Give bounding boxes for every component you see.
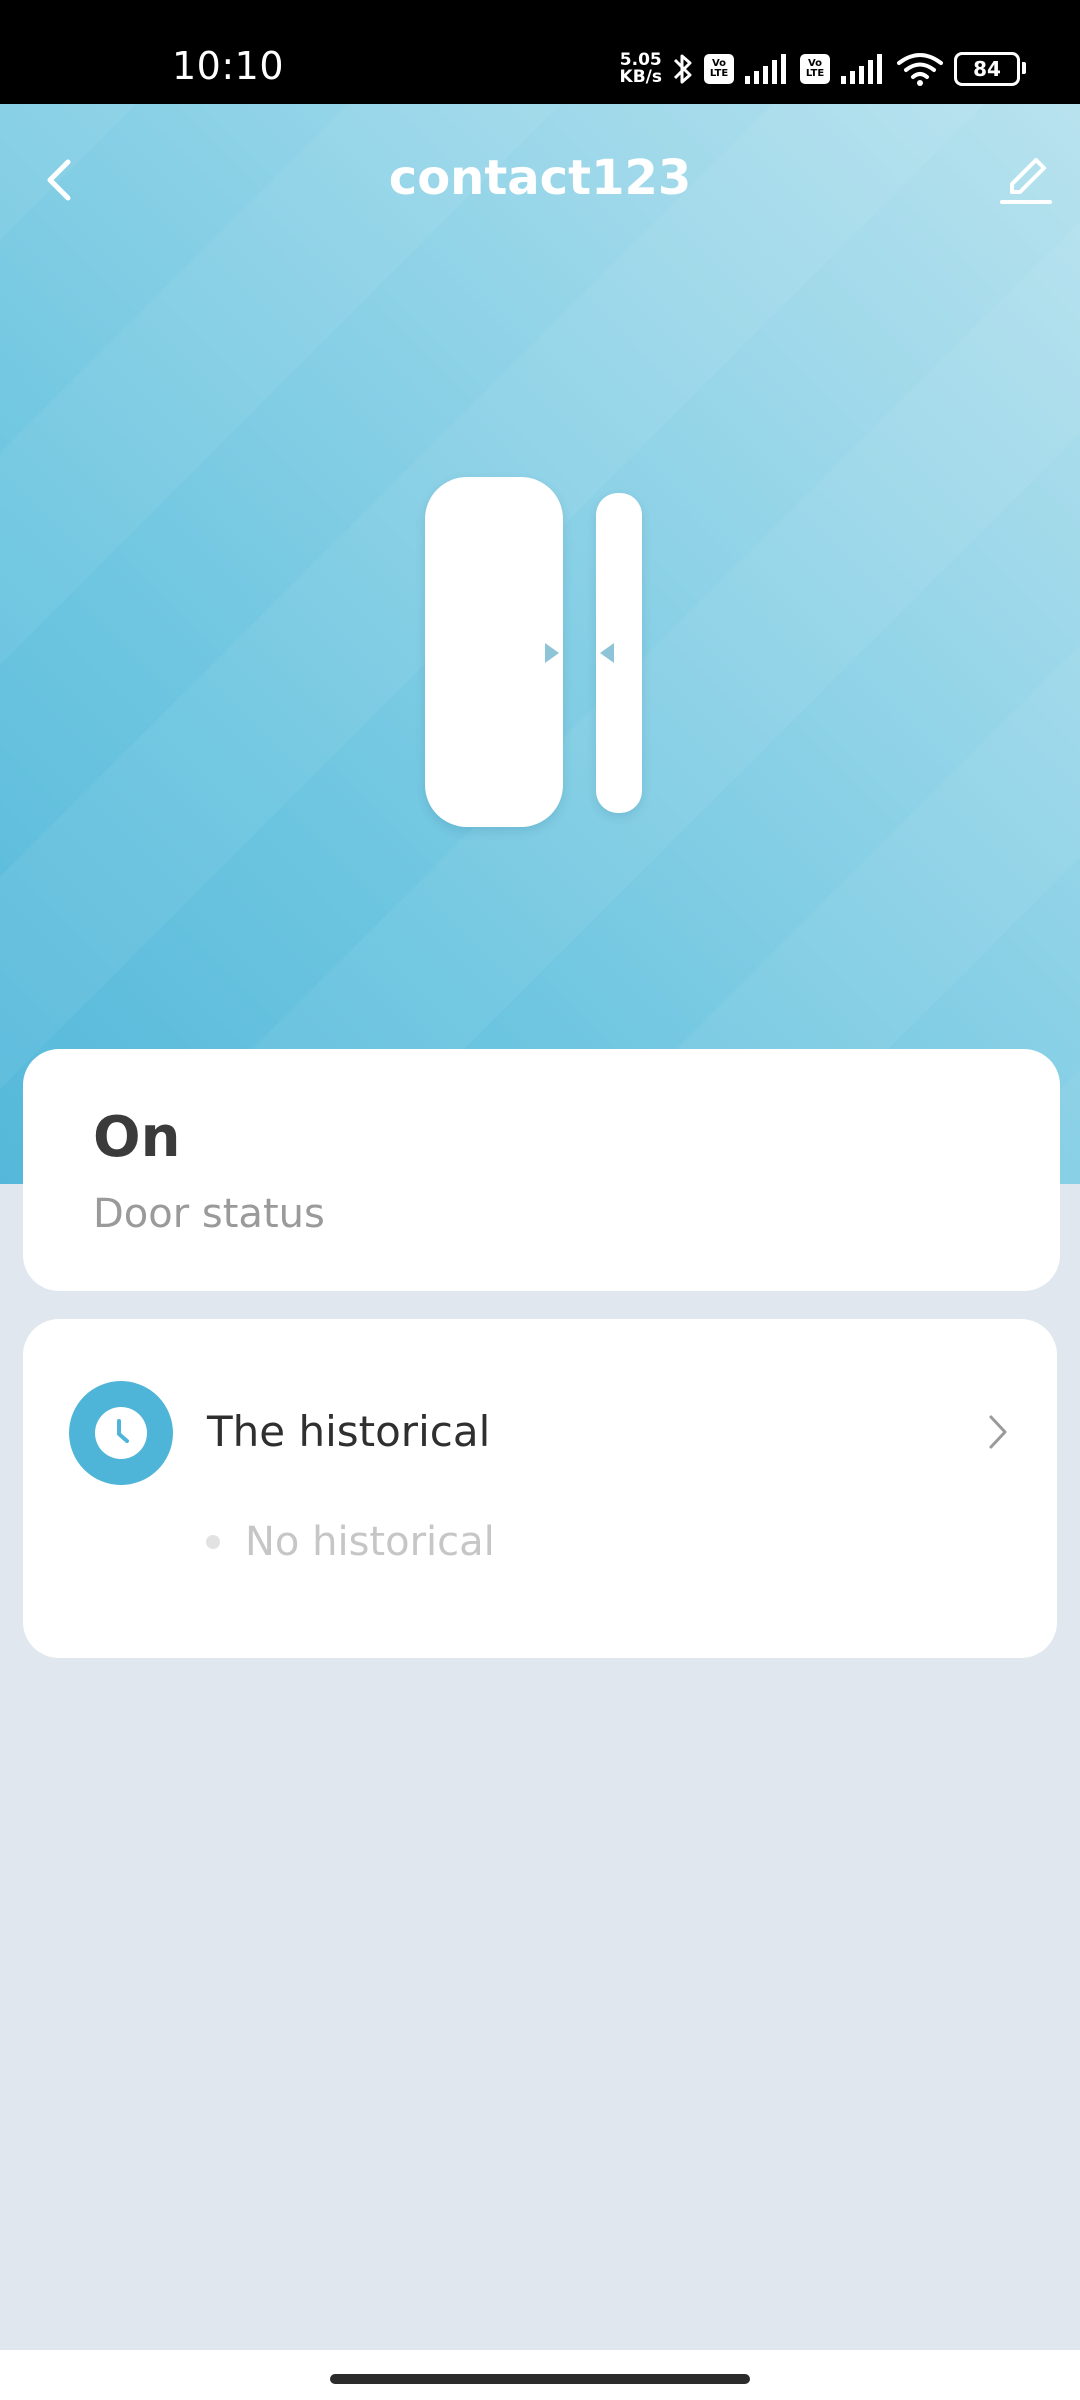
- bluetooth-icon: [673, 54, 692, 84]
- door-status-label: Door status: [93, 1191, 325, 1237]
- history-empty-text: No historical: [245, 1519, 495, 1565]
- chevron-right-icon[interactable]: [983, 1409, 1013, 1455]
- volte-label-bottom-2: LTE: [805, 68, 825, 79]
- volte-icon: Vo LTE: [704, 54, 734, 84]
- signal-icon-2: [841, 54, 882, 84]
- signal-icon: [745, 54, 786, 84]
- battery-icon: 84: [954, 52, 1026, 86]
- door-status-card: On Door status: [23, 1049, 1060, 1291]
- sensor-main-unit: [425, 477, 563, 827]
- sensor-arrow-right-icon: [545, 643, 559, 663]
- history-title: The historical: [207, 1407, 491, 1456]
- page-title: contact123: [388, 150, 692, 206]
- network-speed: 5.05 KB/s: [620, 52, 662, 86]
- wifi-icon: [897, 53, 943, 86]
- battery-level: 84: [973, 57, 1001, 81]
- clock-icon: [95, 1407, 147, 1459]
- navigation-bar: [0, 2350, 1080, 2400]
- history-card[interactable]: The historical No historical: [23, 1319, 1057, 1658]
- network-speed-unit: KB/s: [619, 67, 662, 87]
- status-icons: 5.05 KB/s Vo LTE Vo LTE 84: [620, 48, 1026, 90]
- volte-icon-2: Vo LTE: [800, 54, 830, 84]
- status-time: 10:10: [172, 44, 285, 88]
- status-bar: 10:10 5.05 KB/s Vo LTE Vo LTE 84: [0, 0, 1080, 104]
- pencil-icon[interactable]: [994, 148, 1058, 212]
- sensor-arrow-left-icon: [600, 643, 614, 663]
- door-status-value: On: [93, 1105, 181, 1170]
- volte-label-bottom: LTE: [709, 68, 729, 79]
- history-icon-badge: [69, 1381, 173, 1485]
- history-bullet: [206, 1535, 220, 1549]
- home-indicator[interactable]: [330, 2374, 750, 2384]
